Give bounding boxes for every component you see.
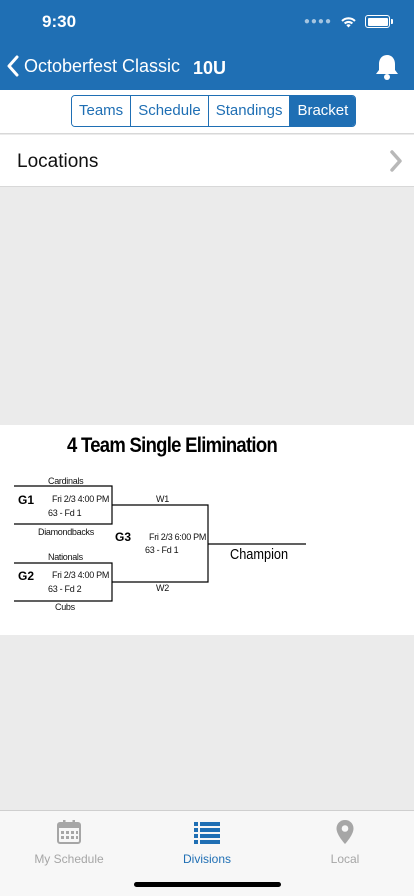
tab-schedule[interactable]: Schedule xyxy=(131,96,209,126)
chevron-left-icon xyxy=(7,55,19,77)
locations-label: Locations xyxy=(17,151,99,172)
location-pin-icon xyxy=(336,820,354,844)
battery-icon xyxy=(365,15,393,28)
notifications-button[interactable] xyxy=(374,53,400,86)
g2-datetime: Fri 2/3 4:00 PM xyxy=(52,570,110,580)
calendar-icon xyxy=(57,820,81,844)
g2-field: 63 - Fd 2 xyxy=(48,584,82,594)
signal-icon: ●●●● xyxy=(303,16,332,27)
g1-bottom-team: Diamondbacks xyxy=(38,527,94,537)
tab-local-label: Local xyxy=(330,852,360,866)
home-indicator xyxy=(134,882,281,887)
g3-datetime: Fri 2/3 6:00 PM xyxy=(149,532,207,542)
bell-icon xyxy=(376,55,398,80)
segmented-control: Teams Schedule Standings Bracket xyxy=(71,95,357,127)
status-time: 9:30 xyxy=(42,12,77,31)
g3-field: 63 - Fd 1 xyxy=(145,545,179,555)
g2-bottom-team: Cubs xyxy=(55,602,75,612)
champion-label: Champion xyxy=(230,546,289,563)
g1-top-team: Cardinals xyxy=(48,476,84,486)
list-icon xyxy=(194,822,220,844)
g2-top-team: Nationals xyxy=(48,552,83,562)
segment-bar: Teams Schedule Standings Bracket xyxy=(0,90,414,134)
tab-local[interactable]: Local xyxy=(276,819,414,866)
bracket-image: 4 Team Single Elimination Cardinals G1 F… xyxy=(0,425,414,635)
nav-bar: Octoberfest Classic 10U xyxy=(0,44,414,90)
tab-my-schedule-label: My Schedule xyxy=(34,852,104,866)
chevron-right-icon xyxy=(390,150,402,172)
g1-label: G1 xyxy=(18,493,35,507)
tab-divisions[interactable]: Divisions xyxy=(138,819,276,866)
tab-bracket[interactable]: Bracket xyxy=(290,96,356,126)
back-button[interactable]: Octoberfest Classic xyxy=(6,55,180,77)
locations-row[interactable]: Locations xyxy=(0,135,414,187)
g1-field: 63 - Fd 1 xyxy=(48,508,82,518)
g1-datetime: Fri 2/3 4:00 PM xyxy=(52,494,110,504)
nav-title: Octoberfest Classic xyxy=(24,55,181,76)
bracket-title: 4 Team Single Elimination xyxy=(67,434,278,457)
tab-divisions-label: Divisions xyxy=(182,852,231,866)
tab-standings[interactable]: Standings xyxy=(208,96,291,126)
g3-bottom-team: W2 xyxy=(156,583,169,593)
nav-division: 10U xyxy=(193,58,227,78)
tab-my-schedule[interactable]: My Schedule xyxy=(0,819,138,866)
wifi-icon xyxy=(341,16,356,27)
tab-teams[interactable]: Teams xyxy=(72,96,132,126)
g2-label: G2 xyxy=(18,569,35,583)
g3-label: G3 xyxy=(115,530,132,544)
status-bar: 9:30 ●●●● xyxy=(0,0,414,44)
g3-top-team: W1 xyxy=(156,494,169,504)
status-icons: ●●●● xyxy=(303,15,393,28)
